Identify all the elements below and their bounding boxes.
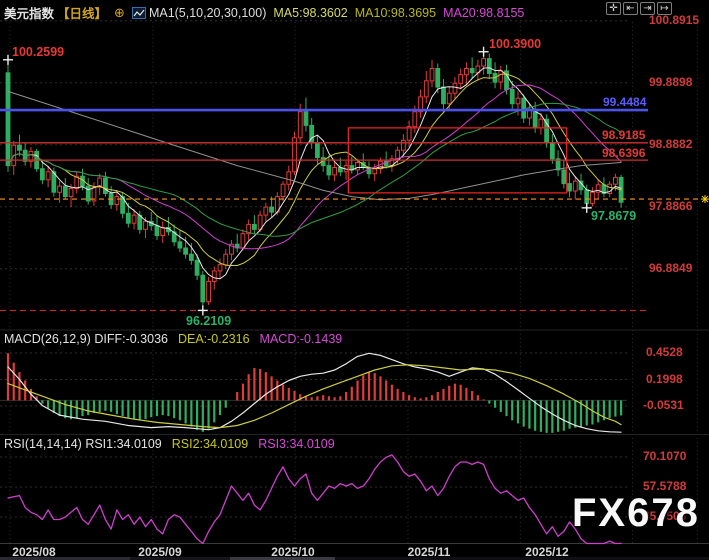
ma5-value: MA5:98.3602 <box>273 6 347 20</box>
level-label-blue: 99.4484 <box>603 96 646 109</box>
price-tick: 97.8866 <box>649 200 692 213</box>
annotation-high-right: 100.3900 <box>489 38 541 51</box>
expand-icon[interactable]: ⊕ <box>114 5 125 21</box>
fx678-watermark: FX678 <box>572 492 700 534</box>
crosshair-icon[interactable]: ✛ <box>606 2 621 15</box>
chart-canvas[interactable] <box>0 0 709 560</box>
kline-icon[interactable] <box>132 7 146 19</box>
ma20-value: MA20:98.8155 <box>443 6 524 20</box>
macd-tick: 0.4528 <box>646 346 683 359</box>
price-tick: 99.8898 <box>649 76 692 89</box>
macd-dea-value: DEA:-0.2316 <box>178 332 250 346</box>
rsi-tick: 70.1070 <box>643 450 686 463</box>
level-label-red2: 98.6396 <box>602 147 645 160</box>
chart-header: 美元指数 【日线】 ⊕ MA1(5,10,20,30,100) MA5:98.3… <box>4 3 524 22</box>
level-label-red1: 98.9185 <box>602 129 645 142</box>
zoom-out-icon[interactable]: ⇤ <box>623 2 638 15</box>
annotation-high-left: 100.2599 <box>12 46 64 59</box>
macd-params: MACD(26,12,9) DIFF:-0.3036 <box>4 332 168 346</box>
rsi3-value: RSI3:34.0109 <box>258 437 334 451</box>
ma-group-label: MA1(5,10,20,30,100) <box>149 6 266 20</box>
macd-tick: 0.1998 <box>646 373 683 386</box>
kline-chart-app: 美元指数 【日线】 ⊕ MA1(5,10,20,30,100) MA5:98.3… <box>0 0 709 560</box>
rsi-header: RSI(14,14,14) RSI1:34.0109 RSI2:34.0109 … <box>4 437 335 451</box>
price-tick: 100.8915 <box>649 14 699 27</box>
rsi-params: RSI(14,14,14) RSI1:34.0109 <box>4 437 162 451</box>
price-tick: 98.8882 <box>649 138 692 151</box>
rsi2-value: RSI2:34.0109 <box>172 437 248 451</box>
price-tick: 96.8849 <box>649 262 692 275</box>
macd-header: MACD(26,12,9) DIFF:-0.3036 DEA:-0.2316 M… <box>4 332 342 346</box>
symbol-name: 美元指数 <box>4 3 54 22</box>
macd-tick: -0.0531 <box>643 399 684 412</box>
interval-label: 【日线】 <box>57 3 107 22</box>
macd-hist-value: MACD:-0.1439 <box>260 332 343 346</box>
annotation-low-recent: 97.8679 <box>591 210 636 223</box>
annotation-low-main: 96.2109 <box>186 315 231 328</box>
ma10-value: MA10:98.3695 <box>355 6 436 20</box>
